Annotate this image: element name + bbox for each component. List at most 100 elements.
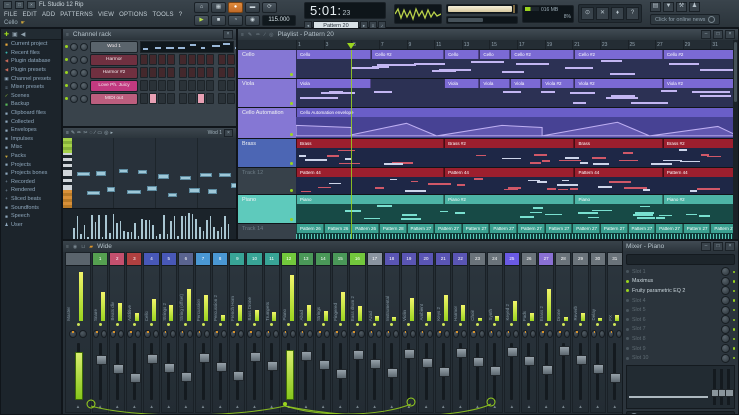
browser-item[interactable]: ■Projects bones [1, 169, 61, 178]
strip-number[interactable]: 14 [316, 253, 330, 266]
strip-route-arrow[interactable]: ▲ [368, 403, 382, 412]
mixer-menu-icon[interactable]: ≡ [66, 244, 70, 250]
slot-mix-knob[interactable] [721, 306, 730, 315]
playlist-zoom-icon[interactable]: ◎ [269, 32, 274, 38]
strip-stereo-knob[interactable] [135, 330, 141, 338]
strip-stereo-knob[interactable] [513, 330, 519, 338]
mixer-strip[interactable]: 24Synth▲ [487, 252, 503, 413]
velocity-bar[interactable] [181, 216, 183, 240]
velocity-bar[interactable] [206, 220, 208, 240]
strip-mute-led[interactable] [184, 323, 187, 326]
typing-keyboard-icon[interactable]: ⌂ [194, 2, 209, 13]
browser-item[interactable]: +Sliced beats [1, 195, 61, 204]
step-cell[interactable] [140, 67, 148, 78]
mixer-strip[interactable]: 22Harmor▲ [452, 252, 468, 413]
mixer-strip[interactable]: 27Brass 2▲ [538, 252, 554, 413]
pattern-clip[interactable]: Pattern 27 [434, 224, 462, 233]
browser-item[interactable]: +Recorded [1, 178, 61, 187]
velocity-bar[interactable] [221, 227, 223, 240]
strip-number[interactable]: 31 [608, 253, 622, 266]
strip-number[interactable]: 23 [470, 253, 484, 266]
velocity-bar[interactable] [228, 224, 230, 240]
slot-mix-knob[interactable] [721, 344, 730, 353]
velocity-bar[interactable] [185, 216, 187, 240]
strip-route-arrow[interactable]: ▲ [522, 403, 536, 412]
step-cell[interactable] [158, 67, 166, 78]
strip-mute-led[interactable] [202, 323, 205, 326]
strip-mute-led[interactable] [425, 323, 428, 326]
piano-roll-note[interactable] [200, 173, 212, 178]
slot-enable-led[interactable] [626, 347, 629, 350]
strip-number[interactable]: 19 [402, 253, 416, 266]
rack-slot[interactable]: Maximus [623, 277, 738, 287]
track-mute-led[interactable] [290, 133, 293, 136]
strip-fader[interactable] [333, 340, 347, 403]
velocity-bar[interactable] [203, 231, 205, 240]
pattern-clip[interactable]: Piano #2 [444, 195, 574, 204]
pattern-clip[interactable]: Cello [479, 50, 510, 59]
strip-fader[interactable] [316, 340, 330, 403]
pattern-clip[interactable]: Cello [296, 50, 371, 59]
velocity-bar[interactable] [174, 216, 176, 240]
rack-maximize-button[interactable]: □ [713, 242, 723, 251]
browser-item[interactable]: ■Collected [1, 117, 61, 126]
strip-number[interactable]: 18 [385, 253, 399, 266]
step-cell[interactable] [206, 54, 214, 65]
slot-mix-knob[interactable] [721, 315, 730, 324]
strip-number[interactable]: 25 [505, 253, 519, 266]
velocity-bar[interactable] [149, 220, 151, 240]
stop-button[interactable]: ■ [211, 15, 226, 26]
browser-item[interactable]: +Rendered [1, 186, 61, 195]
strip-fader[interactable] [162, 340, 176, 403]
velocity-bar[interactable] [116, 223, 118, 240]
velocity-bar[interactable] [145, 220, 147, 240]
velocity-bar[interactable] [95, 222, 97, 240]
strip-mute-led[interactable] [596, 323, 599, 326]
slot-mix-knob[interactable] [721, 334, 730, 343]
strip-mute-led[interactable] [390, 323, 393, 326]
browser-item[interactable]: ■Misc [1, 143, 61, 152]
strip-fader[interactable] [368, 340, 382, 403]
channel-volume-knob[interactable] [80, 95, 88, 103]
slot-mix-knob[interactable] [721, 325, 730, 334]
slot-enable-led[interactable] [626, 270, 629, 273]
slot-enable-led[interactable] [626, 337, 629, 340]
velocity-bar[interactable] [213, 227, 215, 240]
slot-mix-knob[interactable] [721, 286, 730, 295]
piano-roll-note[interactable] [127, 190, 140, 195]
strip-number[interactable]: 17 [368, 253, 382, 266]
step-cell[interactable] [149, 80, 157, 91]
strip-stereo-knob[interactable] [255, 330, 261, 338]
slot-mix-knob[interactable] [721, 354, 730, 363]
velocity-bar[interactable] [109, 233, 111, 241]
step-cell[interactable] [188, 67, 196, 78]
mixer-strip[interactable]: 10Bass Drone▲ [246, 252, 262, 413]
strip-number[interactable]: 28 [556, 253, 570, 266]
step-cell[interactable] [188, 93, 196, 104]
strip-number[interactable]: 4 [144, 253, 158, 266]
pattern-clip[interactable]: Viola [510, 79, 541, 88]
track-lane[interactable]: Pattern 44Pattern 44Pattern 44Pattern 44 [296, 168, 738, 194]
strip-route-arrow[interactable]: ▲ [144, 403, 158, 412]
strip-pan-knob[interactable] [505, 330, 511, 338]
step-cell[interactable] [179, 93, 187, 104]
slot-mix-knob[interactable] [721, 267, 730, 276]
mixer-strip[interactable]: 4Cello▲ [143, 252, 159, 413]
mixer-strip[interactable]: 18Instrumental▲ [384, 252, 400, 413]
strip-mute-led[interactable] [373, 323, 376, 326]
menu-view[interactable]: VIEW [98, 12, 114, 18]
menu-add[interactable]: ADD [42, 12, 55, 18]
strip-fader[interactable] [144, 340, 158, 403]
plugin-picker-icon[interactable]: ♟ [689, 2, 700, 12]
strip-number[interactable]: 12 [282, 253, 296, 266]
channel-pan-knob[interactable] [70, 56, 78, 64]
step-cell[interactable] [197, 80, 205, 91]
strip-route-arrow[interactable]: ▲ [162, 403, 176, 412]
track-lane[interactable]: CelloCello #2CelloCelloCello #2Cello #2C… [296, 50, 738, 78]
strip-mute-led[interactable] [579, 323, 582, 326]
step-cell[interactable] [158, 54, 166, 65]
pattern-clip[interactable]: Cello #2 [371, 50, 444, 59]
select-tool-icon[interactable]: ▭ [97, 130, 102, 136]
tools-icon[interactable]: ⚒ [676, 2, 687, 12]
rack-fader-3[interactable] [727, 369, 730, 405]
